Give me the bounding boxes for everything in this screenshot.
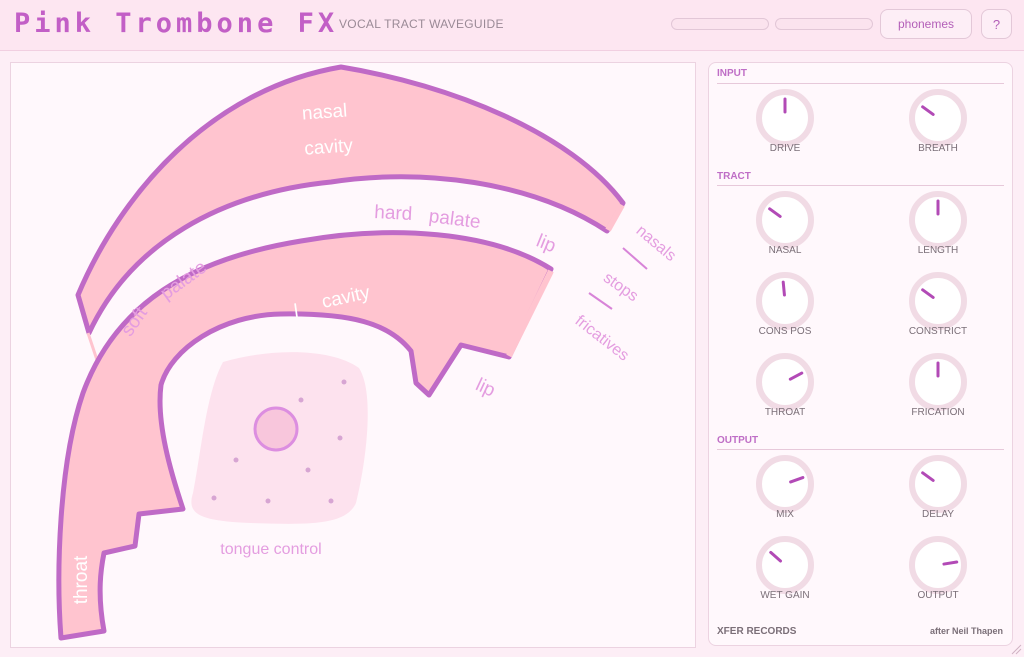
brand-label: XFER RECORDS xyxy=(717,626,797,637)
app-title: Pink Trombone FX xyxy=(14,8,339,39)
throat-label: THROAT xyxy=(764,407,806,418)
breath-label: BREATH xyxy=(918,143,958,154)
nasals-marker[interactable] xyxy=(622,247,648,270)
section-output-divider xyxy=(717,449,1004,450)
stops-marker[interactable] xyxy=(588,292,613,310)
cons-pos-knob-indicator xyxy=(781,280,786,297)
wet-gain-knob[interactable]: WET GAIN xyxy=(725,534,845,604)
label-fricatives[interactable]: fricatives xyxy=(572,312,632,364)
section-tract-divider xyxy=(717,185,1004,186)
length-label: LENGTH xyxy=(917,245,959,256)
section-input-divider xyxy=(717,83,1004,84)
wet-gain-label: WET GAIN xyxy=(760,590,810,601)
vocal-tract-panel[interactable]: nasal cavity l cavity throat hard palate… xyxy=(10,62,696,648)
preset-slot-2[interactable] xyxy=(775,18,873,30)
label-hard: hard xyxy=(374,202,413,225)
frication-knob[interactable]: FRICATION xyxy=(878,351,998,421)
section-output-label: OUTPUT xyxy=(717,435,759,446)
label-tongue-control: tongue control xyxy=(220,541,321,558)
constrict-knob[interactable]: CONSTRICT xyxy=(878,270,998,340)
phonemes-button[interactable]: phonemes xyxy=(880,9,972,39)
nasal-label: NASAL xyxy=(768,245,802,256)
cons-pos-label: CONS POS xyxy=(758,326,812,337)
tongue-position-handle[interactable] xyxy=(253,406,299,452)
section-input-label: INPUT xyxy=(717,68,747,79)
breath-knob[interactable]: BREATH xyxy=(878,87,998,157)
label-nasals[interactable]: nasals xyxy=(633,222,679,265)
header-bar: Pink Trombone FX VOCAL TRACT WAVEGUIDE p… xyxy=(0,0,1024,51)
mix-knob[interactable]: MIX xyxy=(725,453,845,523)
constrict-knob-ring[interactable] xyxy=(909,272,967,330)
output-label: OUTPUT xyxy=(917,590,959,601)
controls-panel: INPUT DRIVE BREATH TRACT NASAL LENGTH CO… xyxy=(708,62,1013,646)
label-hard-palate: palate xyxy=(428,206,482,233)
wet-gain-knob-ring[interactable] xyxy=(756,536,814,594)
drive-label: DRIVE xyxy=(769,143,801,154)
length-knob[interactable]: LENGTH xyxy=(878,189,998,259)
delay-label: DELAY xyxy=(921,509,955,520)
throat-knob-ring[interactable] xyxy=(756,353,814,411)
breath-knob-ring[interactable] xyxy=(909,89,967,147)
output-knob-indicator xyxy=(942,560,959,566)
label-nasal: nasal xyxy=(301,100,348,124)
label-lip-upper: lip xyxy=(533,231,558,258)
delay-knob-ring[interactable] xyxy=(909,455,967,513)
constrict-label: CONSTRICT xyxy=(908,326,968,337)
drive-knob[interactable]: DRIVE xyxy=(725,87,845,157)
delay-knob[interactable]: DELAY xyxy=(878,453,998,523)
nasal-knob[interactable]: NASAL xyxy=(725,189,845,259)
label-nasal-cavity: cavity xyxy=(304,135,354,159)
cons-pos-knob-ring[interactable] xyxy=(756,272,814,330)
app-subtitle: VOCAL TRACT WAVEGUIDE xyxy=(339,17,504,31)
mix-knob-ring[interactable] xyxy=(756,455,814,513)
output-knob[interactable]: OUTPUT xyxy=(878,534,998,604)
output-knob-ring[interactable] xyxy=(909,536,967,594)
help-button[interactable]: ? xyxy=(981,9,1012,39)
vocal-tract-diagram[interactable]: nasal cavity l cavity throat hard palate… xyxy=(11,63,697,649)
resize-grip-icon[interactable] xyxy=(1010,643,1022,655)
cons-pos-knob[interactable]: CONS POS xyxy=(725,270,845,340)
credit-label: after Neil Thapen xyxy=(929,626,1003,636)
label-lip-lower: lip xyxy=(472,374,498,401)
label-stops[interactable]: stops xyxy=(600,269,641,305)
preset-slot-1[interactable] xyxy=(671,18,769,30)
frication-label: FRICATION xyxy=(911,407,965,418)
mix-label: MIX xyxy=(776,509,794,520)
nasal-knob-ring[interactable] xyxy=(756,191,814,249)
label-throat: throat xyxy=(71,555,92,604)
section-tract-label: TRACT xyxy=(717,171,751,182)
throat-knob[interactable]: THROAT xyxy=(725,351,845,421)
